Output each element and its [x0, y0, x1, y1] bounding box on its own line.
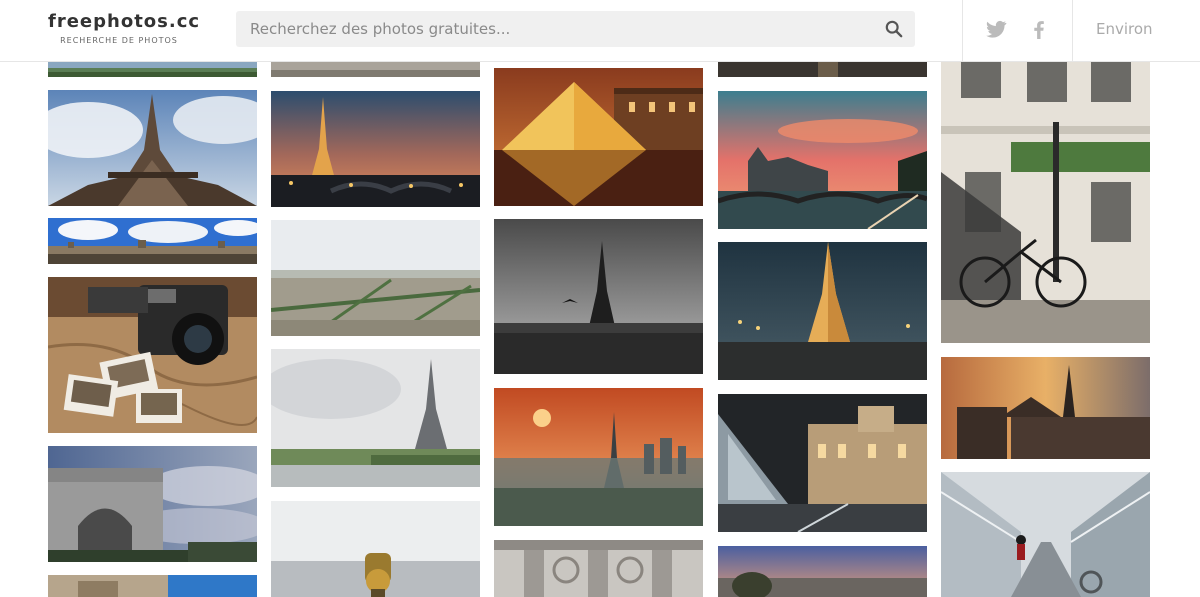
- photo-tile[interactable]: [271, 62, 480, 77]
- logo-title: freephotos.cc: [48, 11, 201, 32]
- photo-tile[interactable]: [718, 62, 927, 77]
- photo-tile[interactable]: [48, 90, 257, 206]
- photo-tile[interactable]: [494, 68, 703, 206]
- photo-tile[interactable]: [48, 218, 257, 264]
- photo-tile[interactable]: [271, 91, 480, 207]
- photo-tile[interactable]: [494, 388, 703, 526]
- photo-tile[interactable]: [48, 575, 257, 597]
- photo-tile[interactable]: [494, 219, 703, 374]
- logo[interactable]: freephotos.cc RECHERCHE DE PHOTOS: [48, 11, 201, 46]
- search-bar: [236, 11, 915, 47]
- header-divider: [962, 0, 963, 62]
- photo-tile[interactable]: [271, 349, 480, 487]
- nav-about-link[interactable]: Environ: [1096, 20, 1153, 38]
- twitter-icon[interactable]: [984, 17, 1008, 41]
- header-divider: [1072, 0, 1073, 62]
- logo-subtitle: RECHERCHE DE PHOTOS: [60, 36, 178, 45]
- search-icon[interactable]: [885, 20, 903, 38]
- photo-tile[interactable]: [48, 277, 257, 433]
- header: freephotos.cc RECHERCHE DE PHOTOS Enviro…: [0, 0, 1200, 62]
- photo-tile[interactable]: [718, 394, 927, 532]
- photo-tile[interactable]: [718, 242, 927, 380]
- photo-tile[interactable]: [48, 62, 257, 77]
- photo-tile[interactable]: [941, 357, 1150, 459]
- photo-tile[interactable]: [48, 446, 257, 562]
- search-input[interactable]: [236, 11, 866, 47]
- photo-tile[interactable]: [941, 62, 1150, 343]
- photo-tile[interactable]: [718, 91, 927, 229]
- photo-tile[interactable]: [271, 220, 480, 336]
- photo-tile[interactable]: [271, 501, 480, 597]
- facebook-icon[interactable]: [1027, 17, 1051, 41]
- photo-tile[interactable]: [718, 546, 927, 597]
- photo-tile[interactable]: [941, 472, 1150, 597]
- photo-tile[interactable]: [494, 540, 703, 597]
